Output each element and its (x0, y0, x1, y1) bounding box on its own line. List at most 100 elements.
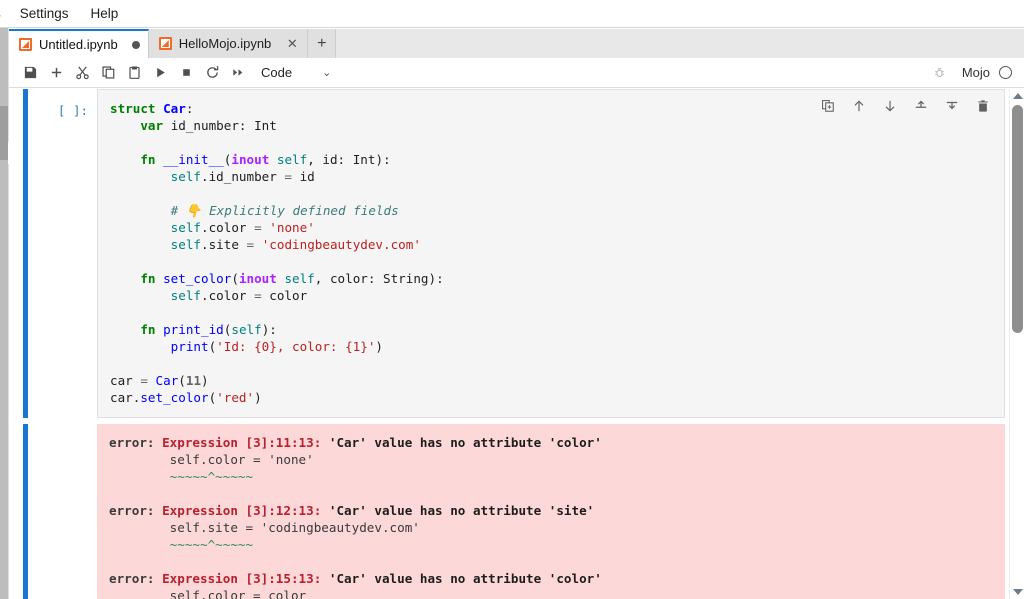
delete-cell-icon[interactable] (974, 97, 991, 114)
menu-item-clipped[interactable]: s (0, 0, 9, 27)
tab-bar: Untitled.ipynb HelloMojo.ipynb ✕ + (9, 29, 1024, 58)
left-rail-active-indicator (0, 106, 8, 160)
code-token: ) (254, 390, 262, 405)
code-token: self.color = 'none' (109, 452, 314, 467)
code-line: print('Id: {0}, color: {1}') (110, 338, 992, 355)
bug-icon[interactable] (933, 66, 946, 79)
tab-hellomojo-ipynb[interactable]: HelloMojo.ipynb ✕ (148, 29, 309, 58)
code-token: ~~~~~^~~~~~ (109, 469, 254, 484)
notebook-cell-output[interactable]: error: Expression [3]:11:13: 'Car' value… (9, 424, 1024, 599)
tab-bar-empty-space (336, 29, 1024, 58)
kernel-status-indicator[interactable] (999, 66, 1012, 79)
code-token: Expression [3]:15:13: (162, 571, 329, 586)
jupyterlab-window: s Settings Help Untitled.ipynb HelloMojo… (0, 0, 1024, 599)
code-token: id_number: Int (170, 118, 277, 133)
insert-cell-above-icon[interactable] (912, 97, 929, 114)
code-token: , id: Int): (307, 152, 391, 167)
code-token: 'Car' value has no attribute 'color' (328, 571, 602, 586)
code-token: 'Id: {0}, color: {1}' (216, 339, 376, 354)
code-token: 'Car' value has no attribute 'color' (328, 435, 602, 450)
code-line: self.color = 'none' (109, 451, 993, 468)
code-token: = (254, 220, 262, 235)
code-token: error: (109, 503, 163, 518)
code-token: 11 (185, 373, 202, 388)
code-line: error: Expression [3]:12:13: 'Car' value… (109, 502, 993, 519)
restart-run-all-button[interactable] (225, 60, 251, 86)
menu-bar-divider (0, 27, 1024, 28)
code-token: car (110, 373, 141, 388)
code-token: Car (163, 101, 186, 116)
code-token: error: (109, 435, 163, 450)
scroll-down-arrow[interactable] (1010, 585, 1024, 599)
insert-cell-button[interactable] (43, 60, 69, 86)
tab-untitled-ipynb[interactable]: Untitled.ipynb (9, 29, 149, 58)
scrollbar-thumb[interactable] (1012, 105, 1023, 333)
code-line: error: Expression [3]:11:13: 'Car' value… (109, 434, 993, 451)
insert-cell-below-icon[interactable] (943, 97, 960, 114)
tab-dirty-indicator[interactable] (131, 40, 140, 49)
code-token: car. (110, 390, 141, 405)
cell-type-value: Code (261, 65, 293, 80)
code-token: fn (140, 271, 164, 286)
code-token: self.site = 'codingbeautydev.com' (109, 520, 420, 535)
code-token: Car (155, 373, 179, 388)
code-token: self (170, 237, 202, 252)
notebook-icon (158, 37, 172, 50)
code-line: error: Expression [3]:15:13: 'Car' value… (109, 570, 993, 587)
code-token: = (284, 169, 293, 184)
code-token: __init__ (163, 152, 224, 167)
code-line: ~~~~~^~~~~~ (109, 536, 993, 553)
new-tab-button[interactable]: + (308, 29, 337, 58)
duplicate-cell-icon[interactable] (819, 97, 836, 114)
copy-button[interactable] (95, 60, 121, 86)
code-token: error: (109, 571, 163, 586)
notebook-cell-input[interactable]: [ ]: struct Car: var id_number: Int fn _… (9, 89, 1024, 418)
notebook-scroll-area[interactable]: [ ]: struct Car: var id_number: Int fn _… (9, 89, 1024, 599)
stop-button[interactable] (173, 60, 199, 86)
code-token: set_color (140, 390, 209, 405)
cell-type-select[interactable]: Code ⌄ (261, 61, 331, 85)
left-sidebar-rail[interactable] (0, 28, 8, 599)
code-token: id (292, 169, 315, 184)
paste-button[interactable] (121, 60, 147, 86)
move-cell-up-icon[interactable] (850, 97, 867, 114)
cell-selection-bar (23, 89, 28, 418)
vertical-scrollbar[interactable] (1009, 89, 1024, 599)
save-button[interactable] (17, 60, 43, 86)
code-token: self (170, 288, 202, 303)
move-cell-down-icon[interactable] (881, 97, 898, 114)
menu-item-settings[interactable]: Settings (9, 0, 80, 27)
code-token: self (231, 322, 262, 337)
code-token: = (246, 237, 255, 252)
code-token: inout (238, 271, 285, 286)
code-token: struct (110, 101, 164, 116)
notebook-icon (19, 38, 32, 51)
menu-item-help[interactable]: Help (80, 0, 130, 27)
code-token: .color (201, 288, 255, 303)
run-button[interactable] (147, 60, 173, 86)
tab-label: Untitled.ipynb (39, 37, 118, 52)
restart-button[interactable] (199, 60, 225, 86)
chevron-down-icon: ⌄ (322, 67, 332, 79)
scroll-up-arrow[interactable] (1010, 89, 1024, 103)
code-line: fn print_id(self): (110, 321, 992, 338)
kernel-name-label[interactable]: Mojo (962, 65, 990, 80)
code-editor[interactable]: struct Car: var id_number: Int fn __init… (97, 89, 1005, 418)
code-token: # 👇 Explicitly defined fields (170, 203, 399, 218)
close-icon[interactable]: ✕ (285, 37, 299, 51)
code-token: .site (201, 237, 247, 252)
code-token: var (140, 118, 171, 133)
code-token: ( (231, 271, 239, 286)
code-token: .color (201, 220, 255, 235)
error-output: error: Expression [3]:11:13: 'Car' value… (97, 424, 1005, 599)
code-token: set_color (163, 271, 232, 286)
notebook-toolbar: Code ⌄ Mojo (9, 58, 1024, 88)
cut-button[interactable] (69, 60, 95, 86)
code-token: 'none' (269, 220, 315, 235)
code-token: ) (375, 339, 384, 354)
code-token: : (185, 101, 194, 116)
